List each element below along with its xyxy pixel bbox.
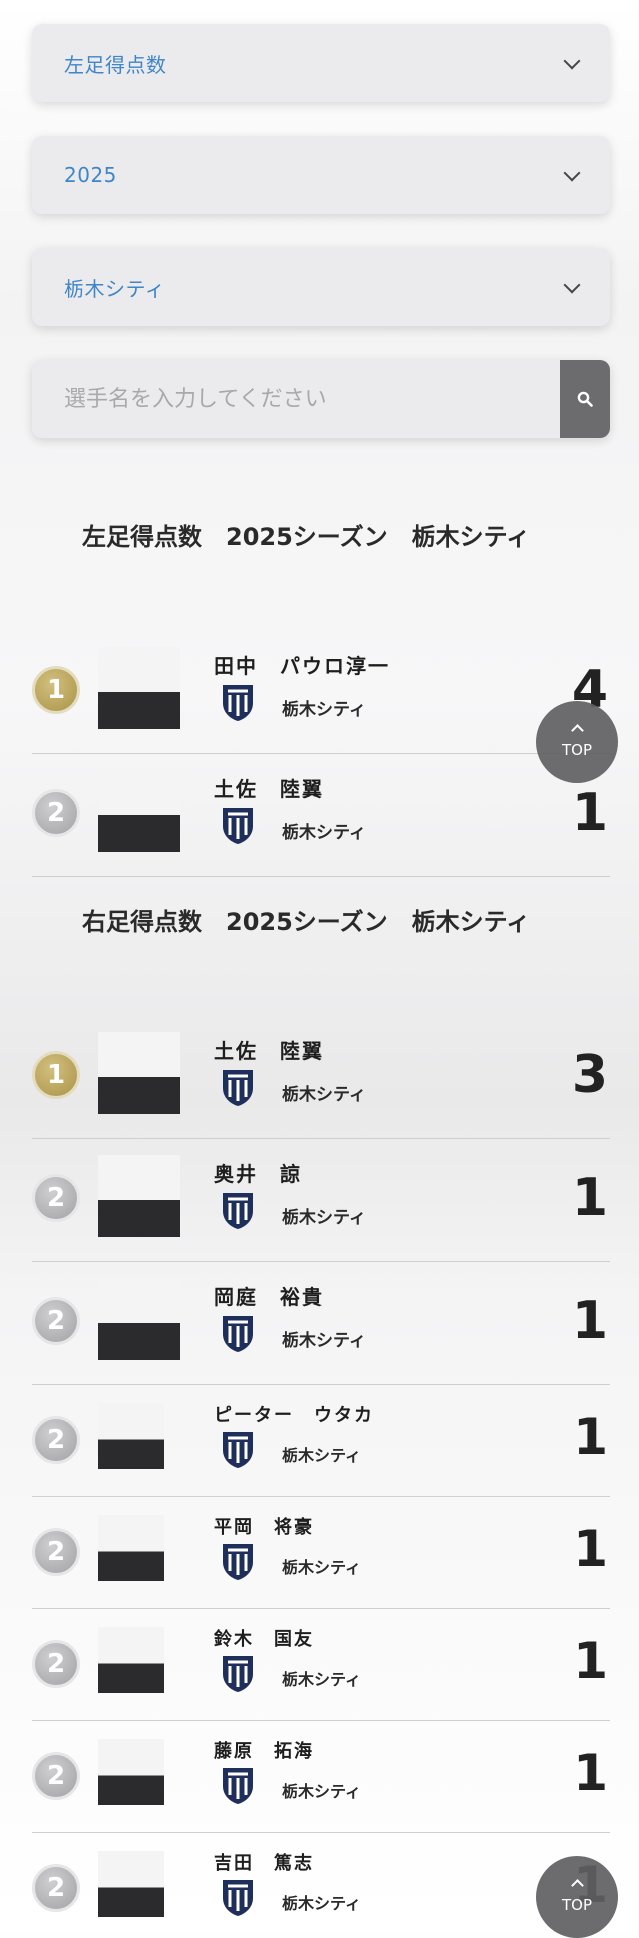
team-emblem-icon	[223, 685, 253, 721]
team-emblem-icon	[223, 1070, 253, 1106]
team-select-value: 栃木シティ	[64, 276, 166, 301]
player-team: 栃木シティ	[282, 1208, 366, 1228]
player-team: 栃木シティ	[282, 700, 366, 720]
ranking-row[interactable]: 2 岡庭 裕貴 栃木シティ 1	[32, 1261, 610, 1385]
player-name: 鈴木 国友	[214, 1629, 314, 1650]
player-team: 栃木シティ	[282, 1558, 362, 1577]
player-name: 吉田 篤志	[214, 1853, 314, 1874]
player-photo	[98, 1627, 164, 1693]
player-name: 平岡 将豪	[214, 1517, 314, 1538]
player-team: 栃木シティ	[282, 1894, 362, 1913]
ranking-row[interactable]: 2 鈴木 国友 栃木シティ 1	[32, 1608, 610, 1721]
player-name: 岡庭 裕貴	[214, 1285, 324, 1309]
section-title-right-foot: 右足得点数 2025シーズン 栃木シティ	[82, 908, 531, 936]
player-score: 1	[571, 1168, 608, 1228]
player-team: 栃木シティ	[282, 823, 366, 843]
rank-badge: 2	[32, 1528, 80, 1576]
player-photo	[98, 770, 180, 852]
team-select[interactable]: 栃木シティ	[32, 248, 610, 326]
player-team: 栃木シティ	[282, 1446, 362, 1465]
player-team: 栃木シティ	[282, 1670, 362, 1689]
chevron-up-icon	[570, 723, 584, 737]
search-button[interactable]	[560, 360, 610, 438]
team-emblem-icon	[223, 1880, 253, 1916]
rank-badge: 2	[32, 1752, 80, 1800]
player-team: 栃木シティ	[282, 1782, 362, 1801]
back-to-top-label: TOP	[561, 740, 592, 759]
chevron-up-icon	[570, 1878, 584, 1892]
rank-badge: 1	[32, 1051, 80, 1099]
player-photo	[98, 1851, 164, 1917]
rank-badge: 2	[32, 1297, 80, 1345]
team-emblem-icon	[223, 1544, 253, 1580]
player-search-input[interactable]	[32, 360, 560, 438]
player-score: 1	[573, 1632, 608, 1690]
player-photo	[98, 1032, 180, 1114]
chevron-down-icon	[563, 276, 581, 293]
back-to-top-label: TOP	[561, 1895, 592, 1914]
player-team: 栃木シティ	[282, 1331, 366, 1351]
player-photo	[98, 1739, 164, 1805]
team-emblem-icon	[223, 1432, 253, 1468]
team-emblem-icon	[223, 1193, 253, 1229]
player-name: 土佐 陸翼	[214, 777, 324, 801]
team-emblem-icon	[223, 1768, 253, 1804]
player-photo	[98, 1403, 164, 1469]
back-to-top-button[interactable]: TOP	[536, 701, 618, 783]
ranking-row[interactable]: 2 吉田 篤志 栃木シティ 1	[32, 1832, 610, 1920]
ranking-row[interactable]: 2 ピーター ウタカ 栃木シティ 1	[32, 1384, 610, 1497]
rank-badge: 2	[32, 1174, 80, 1222]
rank-badge: 2	[32, 789, 80, 837]
team-emblem-icon	[223, 808, 253, 844]
player-name: 土佐 陸翼	[214, 1039, 324, 1063]
player-photo	[98, 1278, 180, 1360]
team-emblem-icon	[223, 1316, 253, 1352]
ranking-row[interactable]: 2 平岡 将豪 栃木シティ 1	[32, 1496, 610, 1609]
category-select-value: 左足得点数	[64, 52, 167, 77]
chevron-down-icon	[563, 164, 581, 181]
chevron-down-icon	[563, 52, 581, 69]
player-score: 1	[573, 1408, 608, 1466]
search-icon	[577, 391, 593, 407]
ranking-row[interactable]: 1 田中 パウロ淳一 栃木シティ 4	[32, 630, 610, 754]
player-name: ピーター ウタカ	[214, 1405, 374, 1426]
back-to-top-button[interactable]: TOP	[536, 1856, 618, 1938]
ranking-row[interactable]: 2 藤原 拓海 栃木シティ 1	[32, 1720, 610, 1833]
player-photo	[98, 1155, 180, 1237]
season-select-value: 2025	[64, 163, 117, 187]
ranking-row[interactable]: 2 奥井 諒 栃木シティ 1	[32, 1138, 610, 1262]
player-search	[32, 360, 610, 438]
rank-badge: 1	[32, 666, 80, 714]
season-select[interactable]: 2025	[32, 136, 610, 214]
player-score: 1	[573, 1744, 608, 1802]
player-photo	[98, 647, 180, 729]
category-select[interactable]: 左足得点数	[32, 24, 610, 102]
team-emblem-icon	[223, 1656, 253, 1692]
player-score: 1	[573, 1520, 608, 1578]
player-photo	[98, 1515, 164, 1581]
section-title-left-foot: 左足得点数 2025シーズン 栃木シティ	[82, 523, 531, 551]
player-score: 1	[571, 1291, 608, 1351]
player-score: 3	[571, 1045, 608, 1105]
ranking-row[interactable]: 2 土佐 陸翼 栃木シティ 1	[32, 753, 610, 877]
rank-badge: 2	[32, 1864, 80, 1912]
rank-badge: 2	[32, 1640, 80, 1688]
player-name: 奥井 諒	[214, 1162, 302, 1186]
player-team: 栃木シティ	[282, 1085, 366, 1105]
rank-badge: 2	[32, 1416, 80, 1464]
player-name: 田中 パウロ淳一	[214, 654, 390, 678]
player-score: 1	[571, 783, 608, 843]
player-name: 藤原 拓海	[214, 1741, 314, 1762]
ranking-row[interactable]: 1 土佐 陸翼 栃木シティ 3	[32, 1015, 610, 1139]
